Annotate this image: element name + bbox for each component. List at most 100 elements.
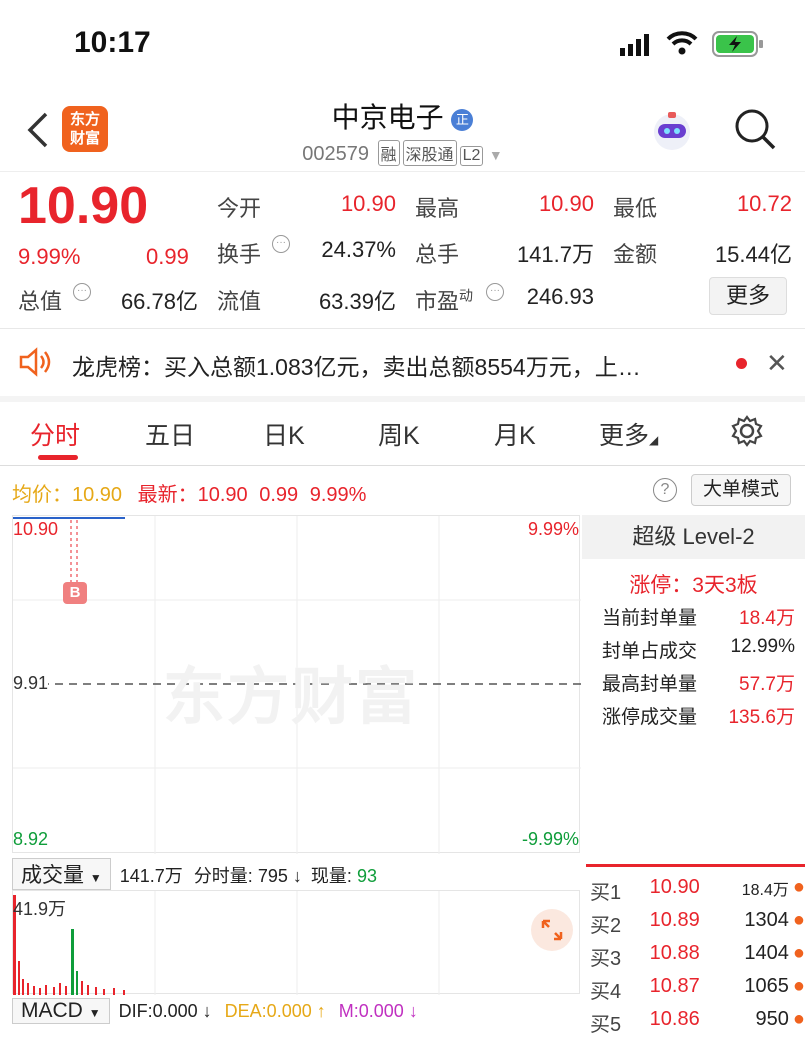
wifi-icon xyxy=(666,30,698,61)
order-row: 买5 10.86 950 ● xyxy=(590,1008,805,1041)
order-dot: ● xyxy=(792,942,805,964)
down-arrow-icon: ↓ xyxy=(292,866,302,886)
volume-label: 总手 xyxy=(415,242,460,267)
macd-dea: DEA:0.000 xyxy=(224,1001,312,1021)
info-icon[interactable]: ··· xyxy=(272,235,290,253)
tab-five-day[interactable]: 五日 xyxy=(145,416,195,452)
tag-margin: 融 xyxy=(377,140,400,166)
macd-selector[interactable]: MACD ▼ xyxy=(12,998,110,1024)
row-value: 135.6万 xyxy=(728,707,795,728)
order-dot: ● xyxy=(792,909,805,931)
y-bottom-label: 8.92 xyxy=(13,829,49,849)
tab-active-indicator xyxy=(38,455,78,460)
volume-chart[interactable]: 41.9万 xyxy=(12,890,580,995)
avg-label: 均价： xyxy=(12,484,72,506)
latest-change: 0.99 xyxy=(259,484,299,506)
level2-rows: 当前封单量 18.4万 封单占成交 12.99% 最高封单量 57.7万 涨停成交量 1… xyxy=(582,603,805,735)
order-label: 买3 xyxy=(590,948,622,970)
tab-daily-k[interactable]: 日K xyxy=(263,416,305,452)
volume-selector-label: 成交量 xyxy=(21,864,84,887)
order-book[interactable]: 买1 10.90 18.4万 ● 买2 10.89 1304 ● 买3 10.88 1404 ● … xyxy=(590,876,805,1041)
buy-marker-label: B xyxy=(69,584,81,601)
chart-summary: 均价：10.90 最新：10.90 0.99 9.99% xyxy=(12,478,366,507)
tab-more[interactable]: 更多◢ xyxy=(599,416,658,452)
pe-value: 246.93 xyxy=(526,284,594,309)
volume-value: 141.7万 xyxy=(516,242,594,267)
order-row: 买3 10.88 1404 ● xyxy=(590,942,805,975)
order-price: 10.90 xyxy=(649,876,700,898)
notice-text: 龙虎榜：买入总额1.083亿元，卖出总额8554万元，上… xyxy=(72,354,641,380)
info-icon[interactable]: ··· xyxy=(73,283,91,301)
order-label: 买1 xyxy=(590,882,622,904)
order-qty: 18.4万 xyxy=(741,882,789,899)
settings-button[interactable] xyxy=(730,414,764,453)
row-label: 涨停成交量 xyxy=(602,707,698,728)
macd-dif: DIF:0.000 xyxy=(118,1001,198,1021)
expand-button[interactable] xyxy=(531,909,573,951)
close-icon[interactable]: ✕ xyxy=(766,348,788,379)
open-value: 10.90 xyxy=(340,191,396,216)
order-qty: 1304 xyxy=(744,909,789,931)
divider xyxy=(0,328,805,329)
up-arrow-icon: ↑ xyxy=(311,1001,326,1021)
order-price: 10.88 xyxy=(649,942,700,964)
latest-pct: 9.99% xyxy=(309,484,367,506)
row-value: 18.4万 xyxy=(739,608,795,629)
level2-panel[interactable]: 超级 Level-2 涨停：3天3板 当前封单量 18.4万 封单占成交 12.99… xyxy=(582,515,805,735)
mktcap-value: 66.78亿 xyxy=(120,289,198,314)
tag-l2: L2 xyxy=(459,146,484,166)
status-time: 10:17 xyxy=(74,26,151,59)
last-price: 10.90 xyxy=(18,177,149,235)
order-label: 买4 xyxy=(590,981,622,1003)
corner-caret-icon: ◢ xyxy=(649,433,659,447)
row-value: 57.7万 xyxy=(739,674,795,695)
low-value: 10.72 xyxy=(736,191,792,216)
pe-label: 市盈动 xyxy=(415,284,473,316)
change-value: 0.99 xyxy=(146,244,189,269)
latest-label: 最新： xyxy=(137,484,198,506)
more-button[interactable]: 更多 xyxy=(709,277,787,315)
speaker-icon xyxy=(18,346,52,383)
volume-max-label: 41.9万 xyxy=(13,899,67,919)
low-label: 最低 xyxy=(613,196,658,221)
now-volume-label: 现量: xyxy=(310,866,352,886)
order-price: 10.86 xyxy=(649,1008,700,1030)
tab-intraday[interactable]: 分时 xyxy=(30,416,80,452)
change-pct: 9.99% xyxy=(18,244,81,269)
pe-label-text: 市盈 xyxy=(415,289,460,314)
big-order-mode-button[interactable]: 大单模式 xyxy=(691,474,791,506)
order-dot: ● xyxy=(792,876,805,898)
gear-icon xyxy=(731,415,763,447)
buy-marker[interactable]: B xyxy=(63,582,87,604)
intraday-chart[interactable]: 东方财富 10.90 9.91 8.92 9.99% -9.99% B xyxy=(12,515,581,854)
watermark: 东方财富 xyxy=(163,663,420,732)
help-icon[interactable]: ? xyxy=(653,478,677,502)
tag-connect: 深股通 xyxy=(402,140,457,166)
volume-total: 141.7万 xyxy=(119,866,183,886)
down-arrow-icon: ↓ xyxy=(197,1001,212,1021)
order-dot: ● xyxy=(792,975,805,997)
volume-selector[interactable]: 成交量 ▼ xyxy=(12,858,111,890)
tab-weekly-k[interactable]: 周K xyxy=(378,416,420,452)
mktcap-label: 总值 xyxy=(18,289,63,314)
order-qty: 1065 xyxy=(744,975,789,997)
order-label: 买5 xyxy=(590,1014,622,1036)
y-top-label: 10.90 xyxy=(13,519,59,539)
now-volume-value: 93 xyxy=(356,866,377,886)
robot-avatar-icon[interactable] xyxy=(648,106,696,157)
float-value: 63.39亿 xyxy=(318,289,396,314)
macd-selector-label: MACD xyxy=(21,999,83,1022)
tab-monthly-k[interactable]: 月K xyxy=(494,416,536,452)
latest-value: 10.90 xyxy=(197,484,248,506)
notice-bar[interactable]: 龙虎榜：买入总额1.083亿元，卖出总额8554万元，上… ✕ xyxy=(0,330,805,396)
pct-bottom-label: -9.99% xyxy=(521,829,579,849)
volume-bars xyxy=(13,891,440,995)
order-row: 买4 10.87 1065 ● xyxy=(590,975,805,1008)
expand-icon xyxy=(541,919,563,941)
high-value: 10.90 xyxy=(538,191,594,216)
signal-icon xyxy=(620,34,656,61)
order-dot: ● xyxy=(792,1008,805,1030)
order-qty: 1404 xyxy=(744,942,789,964)
search-button[interactable] xyxy=(732,106,778,157)
amount-label: 金额 xyxy=(613,242,658,267)
